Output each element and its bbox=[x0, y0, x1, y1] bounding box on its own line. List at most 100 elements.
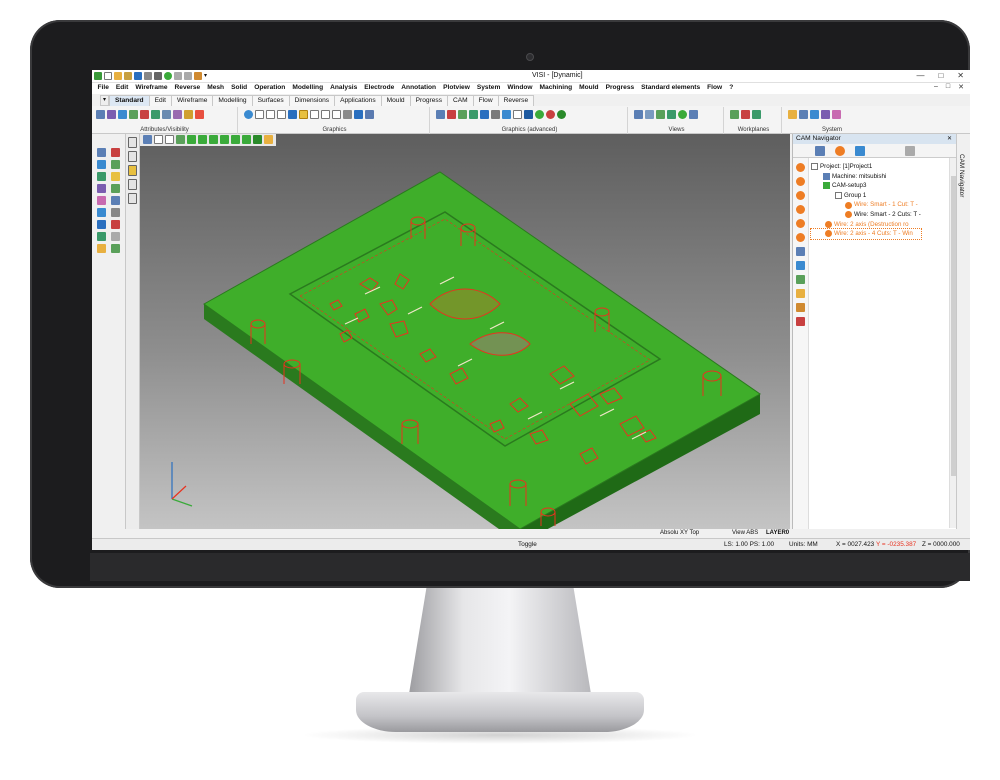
ribbon-menu-dropdown-icon[interactable]: ▾ bbox=[100, 95, 109, 106]
tree-op-3[interactable]: Wire: 2 axis (Destruction ro bbox=[811, 220, 921, 230]
doc-close-button[interactable]: ✕ bbox=[958, 83, 964, 91]
system-1-icon[interactable] bbox=[788, 110, 797, 119]
view-front-icon[interactable] bbox=[656, 110, 665, 119]
info-icon[interactable] bbox=[97, 220, 106, 229]
perspective-icon[interactable] bbox=[354, 110, 363, 119]
wireframe-view-icon[interactable] bbox=[255, 110, 264, 119]
menu-modelling[interactable]: Modelling bbox=[289, 83, 327, 94]
tab-reverse[interactable]: Reverse bbox=[497, 95, 535, 106]
cam-op-5-icon[interactable] bbox=[796, 219, 805, 228]
hidden-line-icon[interactable] bbox=[266, 110, 275, 119]
undo-side-icon[interactable] bbox=[111, 232, 120, 241]
trim-icon[interactable] bbox=[111, 220, 120, 229]
tab-cam[interactable]: CAM bbox=[447, 95, 474, 106]
workplane-1-icon[interactable] bbox=[730, 110, 739, 119]
measure-icon[interactable] bbox=[111, 148, 120, 157]
filter-icon[interactable] bbox=[195, 110, 204, 119]
tree-setup[interactable]: CAM-setup3 bbox=[811, 181, 921, 191]
new-file-icon[interactable] bbox=[104, 72, 112, 80]
cam-report-icon[interactable] bbox=[796, 289, 805, 298]
dashed-hidden-icon[interactable] bbox=[277, 110, 286, 119]
check-icon[interactable] bbox=[111, 172, 120, 181]
menu-mould[interactable]: Mould bbox=[576, 83, 602, 94]
view-zoom-icon[interactable] bbox=[689, 110, 698, 119]
cam-flask-icon[interactable] bbox=[796, 247, 805, 256]
cam-delete-icon[interactable] bbox=[796, 317, 805, 326]
tab-edit[interactable]: Edit bbox=[148, 95, 172, 106]
adv-graphics-5-icon[interactable] bbox=[480, 110, 489, 119]
tab-standard[interactable]: Standard bbox=[109, 95, 150, 106]
refresh-icon[interactable] bbox=[164, 72, 172, 80]
menu-reverse[interactable]: Reverse bbox=[171, 83, 204, 94]
palette-icon[interactable] bbox=[97, 244, 106, 253]
cam-tab-tools-icon[interactable] bbox=[855, 145, 865, 156]
transparency-icon[interactable] bbox=[321, 110, 330, 119]
undo-icon[interactable] bbox=[174, 72, 182, 80]
tab-flow[interactable]: Flow bbox=[472, 95, 499, 106]
cam-op-2-icon[interactable] bbox=[796, 177, 805, 186]
copy-icon[interactable] bbox=[111, 208, 120, 217]
adv-graphics-1-icon[interactable] bbox=[436, 110, 445, 119]
display-mode-2-icon[interactable] bbox=[128, 151, 137, 162]
adv-graphics-10-icon[interactable] bbox=[535, 110, 544, 119]
print-icon[interactable] bbox=[144, 72, 152, 80]
print-preview-icon[interactable] bbox=[154, 72, 162, 80]
view-right-icon[interactable] bbox=[667, 110, 676, 119]
lighting-icon[interactable] bbox=[365, 110, 374, 119]
3d-viewport[interactable] bbox=[140, 134, 790, 529]
menu-machining[interactable]: Machining bbox=[536, 83, 576, 94]
tree-machine[interactable]: Machine: mitsubishi bbox=[811, 172, 921, 182]
edit-icon[interactable] bbox=[111, 160, 120, 169]
pin-icon[interactable]: ✕ bbox=[947, 135, 952, 142]
menu-analysis[interactable]: Analysis bbox=[327, 83, 361, 94]
dimension-icon[interactable] bbox=[97, 160, 106, 169]
tree-project[interactable]: Project: [1]Project1 bbox=[811, 162, 921, 172]
menu-plotview[interactable]: Plotview bbox=[440, 83, 474, 94]
cam-settings-icon[interactable] bbox=[796, 303, 805, 312]
menu-edit[interactable]: Edit bbox=[112, 83, 131, 94]
open-recent-icon[interactable] bbox=[124, 72, 132, 80]
select-icon[interactable] bbox=[97, 148, 106, 157]
tree-op-1[interactable]: Wire: Smart - 1 Cut: T - bbox=[811, 200, 921, 210]
view-top-icon[interactable] bbox=[634, 110, 643, 119]
cam-op-6-icon[interactable] bbox=[796, 233, 805, 242]
highlight-icon[interactable] bbox=[184, 110, 193, 119]
render-icon[interactable] bbox=[310, 110, 319, 119]
regenerate-icon[interactable] bbox=[244, 110, 253, 119]
redo-icon[interactable] bbox=[184, 72, 192, 80]
show-icon[interactable] bbox=[151, 110, 160, 119]
system-4-icon[interactable] bbox=[821, 110, 830, 119]
menu-standard-elements[interactable]: Standard elements bbox=[638, 83, 704, 94]
tab-wireframe[interactable]: Wireframe bbox=[170, 95, 214, 106]
extend-icon[interactable] bbox=[111, 184, 120, 193]
view-name[interactable]: Absolu XY Top bbox=[660, 530, 699, 536]
cam-scrollbar[interactable] bbox=[949, 158, 956, 528]
hide-icon[interactable] bbox=[140, 110, 149, 119]
cam-icon[interactable] bbox=[194, 72, 202, 80]
menu-wireframe[interactable]: Wireframe bbox=[132, 83, 171, 94]
notes-icon[interactable] bbox=[111, 244, 120, 253]
view-abs[interactable]: View ABS bbox=[732, 530, 758, 536]
line-style-icon[interactable] bbox=[129, 110, 138, 119]
tree-op-2[interactable]: Wire: Smart - 2 Cuts: T - bbox=[811, 210, 921, 220]
delete-icon[interactable] bbox=[97, 232, 106, 241]
adv-graphics-8-icon[interactable] bbox=[513, 110, 522, 119]
layer-indicator[interactable]: LAYER0 bbox=[766, 530, 789, 536]
menu-flow[interactable]: Flow bbox=[704, 83, 726, 94]
tab-applications[interactable]: Applications bbox=[334, 95, 382, 106]
adv-graphics-2-icon[interactable] bbox=[447, 110, 456, 119]
tab-surfaces[interactable]: Surfaces bbox=[251, 95, 290, 106]
display-mode-3-icon[interactable] bbox=[128, 165, 137, 176]
view-rotate-icon[interactable] bbox=[678, 110, 687, 119]
cam-post-icon[interactable] bbox=[796, 275, 805, 284]
menu-file[interactable]: File bbox=[94, 83, 112, 94]
menu-system[interactable]: System bbox=[473, 83, 503, 94]
silhouette-icon[interactable] bbox=[343, 110, 352, 119]
toggle-button[interactable]: Toggle bbox=[518, 541, 537, 548]
adv-graphics-7-icon[interactable] bbox=[502, 110, 511, 119]
attributes-icon[interactable] bbox=[96, 110, 105, 119]
minimize-button[interactable]: — bbox=[916, 71, 924, 80]
workplane-3-icon[interactable] bbox=[752, 110, 761, 119]
doc-minimize-button[interactable]: – bbox=[934, 83, 938, 91]
adv-graphics-4-icon[interactable] bbox=[469, 110, 478, 119]
